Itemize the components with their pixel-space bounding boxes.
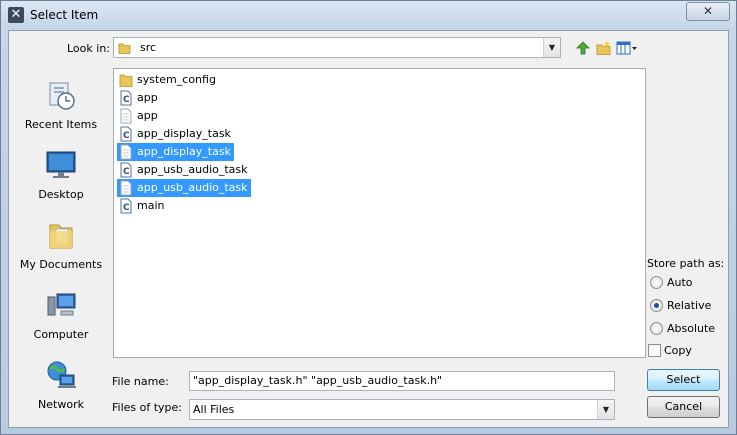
place-desktop[interactable]: Desktop (13, 149, 109, 213)
place-computer[interactable]: Computer (13, 289, 109, 353)
list-item-file[interactable]: app (117, 107, 161, 125)
file-name: app (137, 91, 158, 104)
folder-icon (118, 43, 131, 54)
file-name: app_display_task (137, 127, 231, 140)
radio-label: Auto (667, 276, 693, 289)
radio-button[interactable] (650, 276, 663, 289)
view-menu-icon[interactable] (616, 40, 638, 56)
c-file-icon: C (120, 126, 132, 142)
copy-checkbox[interactable] (648, 344, 661, 357)
copy-label: Copy (664, 344, 692, 357)
svg-text:C: C (123, 95, 130, 105)
file-name: app_usb_audio_task (137, 163, 248, 176)
filetype-combo[interactable]: All Files ▼ (189, 399, 615, 420)
computer-icon (47, 293, 76, 316)
list-item-folder[interactable]: system_config (117, 71, 219, 89)
list-item-file[interactable]: C app_display_task (117, 125, 234, 143)
place-label: Desktop (38, 188, 84, 201)
list-item-file[interactable]: C app_usb_audio_task (117, 161, 251, 179)
place-recent-items[interactable]: Recent Items (13, 79, 109, 143)
filetype-value: All Files (193, 403, 235, 416)
window-title: Select Item (30, 8, 99, 22)
lookin-combo[interactable]: src ▼ (113, 37, 561, 58)
lookin-label: Look in: (67, 42, 110, 55)
dialog-body: Look in: src ▼ Recent Items Desktop My D… (8, 30, 729, 428)
places-bar: Recent Items Desktop My Documents Comput… (13, 69, 109, 419)
chevron-down-icon[interactable]: ▼ (543, 38, 560, 57)
select-button[interactable]: Select (647, 369, 720, 391)
file-list[interactable]: system_config C app app C app_display_ta… (113, 68, 646, 358)
h-file-icon (120, 144, 132, 160)
place-network[interactable]: Network (13, 359, 109, 423)
place-label: My Documents (19, 258, 103, 271)
lookin-value: src (140, 41, 157, 54)
filetype-label: Files of type: (112, 401, 183, 414)
c-file-icon: C (120, 90, 132, 106)
svg-text:C: C (123, 131, 130, 141)
list-item-file-selected[interactable]: app_display_task (117, 143, 234, 161)
place-my-documents[interactable]: My Documents (13, 219, 109, 283)
place-label: Network (38, 398, 84, 411)
select-item-dialog: ✕ Select Item ✕ Look in: src ▼ Recent It… (0, 0, 737, 435)
chevron-down-icon[interactable]: ▼ (597, 400, 614, 419)
radio-button-checked[interactable] (650, 299, 663, 312)
place-label: Computer (33, 328, 89, 341)
desktop-icon (46, 151, 76, 178)
cancel-button[interactable]: Cancel (647, 396, 720, 418)
list-item-file[interactable]: C app (117, 89, 161, 107)
place-label: Recent Items (24, 118, 98, 131)
new-folder-icon[interactable] (596, 40, 612, 56)
c-file-icon: C (120, 162, 132, 178)
file-name: app (137, 109, 158, 122)
h-file-icon (120, 108, 132, 124)
recent-items-icon (49, 82, 75, 110)
file-name: app_display_task (137, 145, 231, 158)
store-path-label: Store path as: (647, 257, 725, 270)
close-button[interactable]: ✕ (686, 2, 730, 21)
file-name: main (137, 199, 165, 212)
svg-text:C: C (123, 167, 130, 177)
svg-text:C: C (123, 203, 130, 213)
title-bar[interactable]: ✕ Select Item ✕ (1, 1, 736, 29)
radio-button[interactable] (650, 322, 663, 335)
h-file-icon (120, 180, 132, 196)
list-item-file[interactable]: C main (117, 197, 167, 215)
folder-icon (119, 74, 133, 87)
list-item-file-selected[interactable]: app_usb_audio_task (117, 179, 251, 197)
app-icon: ✕ (8, 7, 24, 23)
filename-input[interactable]: "app_display_task.h" "app_usb_audio_task… (189, 371, 615, 391)
my-documents-icon (49, 224, 73, 249)
filename-label: File name: (112, 375, 169, 388)
file-name: app_usb_audio_task (137, 181, 248, 194)
radio-label: Absolute (667, 322, 716, 335)
up-folder-icon[interactable] (575, 40, 591, 56)
c-file-icon: C (120, 198, 132, 214)
file-name: system_config (137, 73, 216, 86)
network-icon (47, 361, 76, 388)
radio-label: Relative (667, 299, 712, 312)
